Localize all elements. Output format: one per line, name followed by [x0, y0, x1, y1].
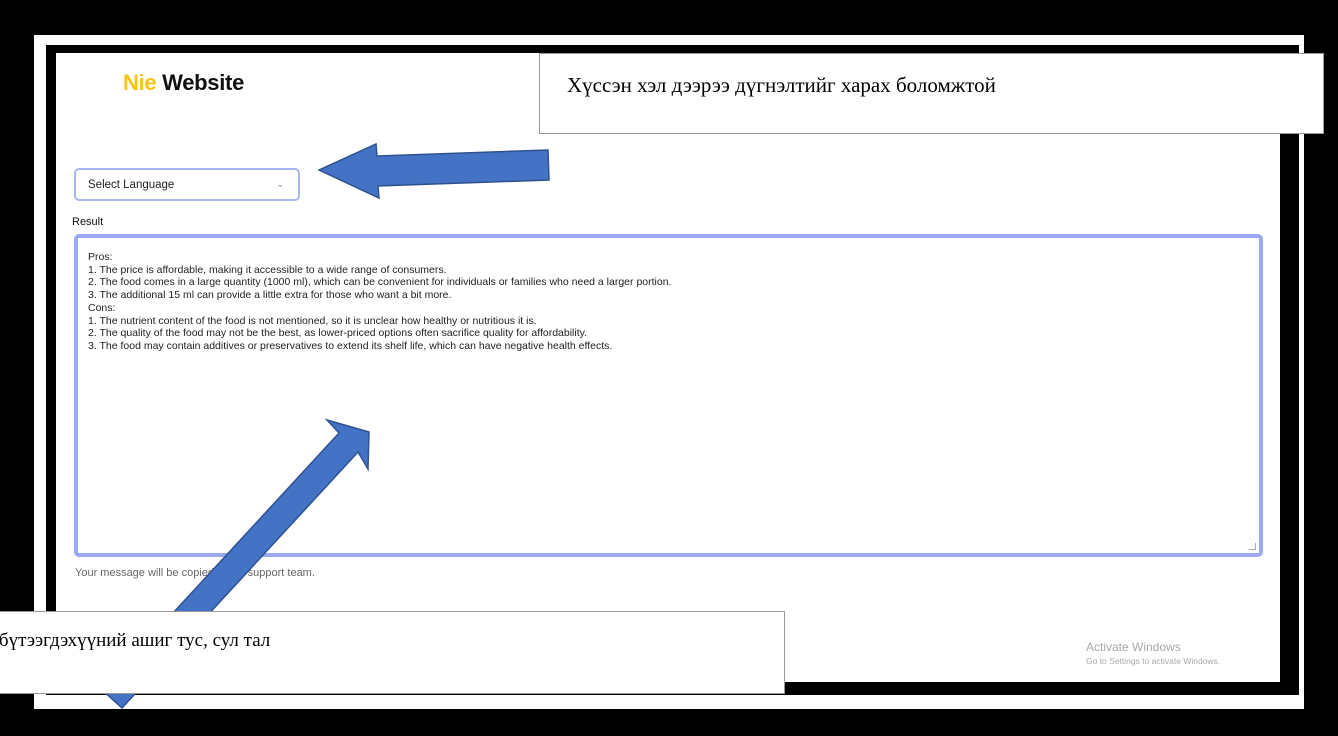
result-line: 2. The quality of the food may not be th…: [88, 327, 588, 340]
activate-windows-subtitle: Go to Settings to activate Windows.: [1086, 656, 1221, 666]
result-line: Pros:: [88, 251, 113, 263]
result-line: 1. The nutrient content of the food is n…: [88, 314, 537, 327]
website-page: Nie Website Select Language ⌄ Result Pro…: [56, 53, 1280, 682]
callout-bottom: н бүтээгдэхүүний ашиг тус, сул тал: [0, 611, 785, 694]
result-line: 1. The price is affordable, making it ac…: [88, 263, 447, 276]
result-line: Cons:: [88, 301, 116, 314]
result-line: 3. The additional 15 ml can provide a li…: [88, 289, 452, 302]
site-logo[interactable]: Nie Website: [123, 70, 244, 96]
support-hint: Your message will be copied to the suppo…: [75, 567, 315, 579]
activate-windows-title: Activate Windows: [1086, 640, 1181, 654]
result-line: 2. The food comes in a large quantity (1…: [88, 276, 672, 289]
language-select-label: Select Language: [88, 178, 175, 191]
result-line: 3. The food may contain additives or pre…: [88, 339, 613, 352]
activate-windows-watermark: Activate Windows Go to Settings to activ…: [1086, 640, 1220, 666]
callout-top: Хүссэн хэл дээрээ дүгнэлтийг харах болом…: [539, 53, 1324, 134]
callout-bottom-text: н бүтээгдэхүүний ашиг тус, сул тал: [0, 630, 271, 651]
resize-grip-icon[interactable]: [1249, 543, 1256, 550]
logo-prefix: Nie: [123, 70, 157, 95]
chevron-down-icon: ⌄: [276, 179, 284, 189]
result-textarea[interactable]: Pros: 1. The price is affordable, making…: [74, 234, 1263, 557]
result-label: Result: [72, 216, 104, 228]
logo-name: Website: [156, 70, 245, 95]
language-select[interactable]: Select Language ⌄: [74, 168, 300, 201]
callout-top-text: Хүссэн хэл дээрээ дүгнэлтийг харах болом…: [567, 73, 996, 97]
